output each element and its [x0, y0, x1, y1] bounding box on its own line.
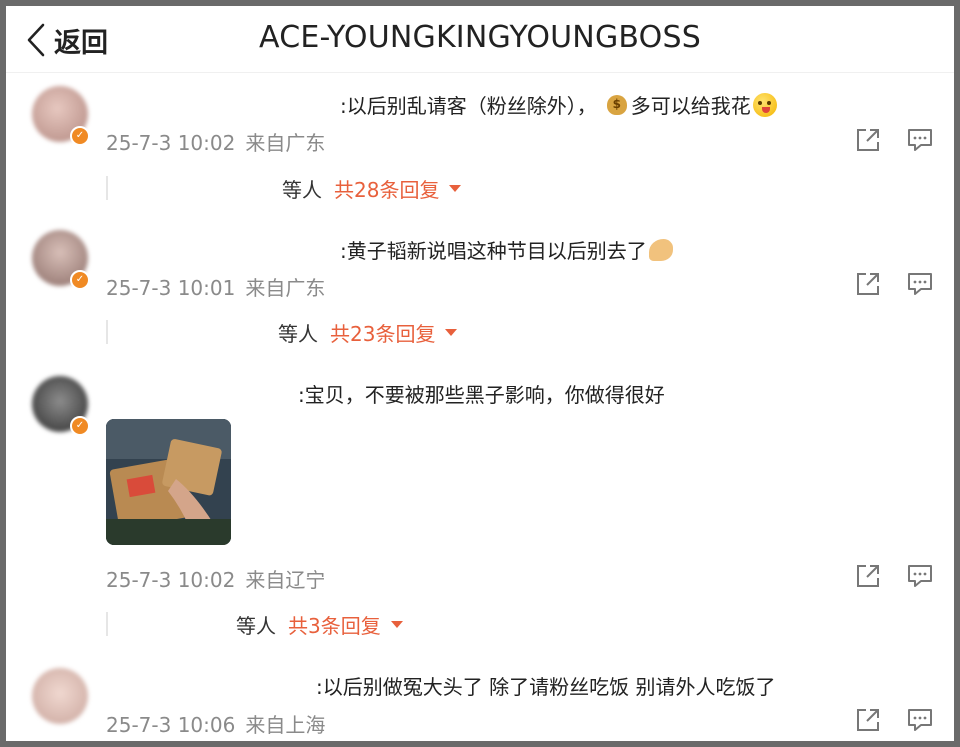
avatar[interactable]	[32, 668, 88, 724]
comment-time: 25-7-3 10:01	[106, 276, 236, 300]
replies-users: 等人	[278, 322, 318, 346]
comment-meta: 25-7-3 10:01 来自广东	[106, 272, 325, 301]
verified-badge-icon: ✓	[70, 126, 90, 146]
replies-count: 共28条回复	[334, 178, 440, 202]
caret-down-icon	[445, 329, 458, 336]
chevron-left-icon	[27, 23, 45, 57]
replies-row: 等人 共3条回复	[236, 610, 403, 639]
comment-time: 25-7-3 10:02	[106, 131, 236, 155]
comment-time: 25-7-3 10:06	[106, 713, 236, 737]
flexed-biceps-emoji	[648, 238, 673, 261]
page-title: ACE-YOUNGKINGYOUNGBOSS	[259, 20, 701, 55]
comment-location: 来自广东	[245, 276, 326, 300]
comment-icon[interactable]	[906, 126, 934, 154]
verified-badge-icon: ✓	[70, 270, 90, 290]
comment-text-part: 多可以给我花	[630, 94, 751, 118]
comment-photo[interactable]	[106, 419, 231, 545]
comment-text-part: :以后别乱请客（粉丝除外），	[340, 94, 597, 118]
verified-badge-icon: ✓	[70, 416, 90, 436]
comment-text-part: :以后别做冤大头了 除了请粉丝吃饭 别请外人吃饭了	[316, 675, 776, 699]
comment-text: :黄子韬新说唱这种节目以后别去了	[340, 235, 673, 264]
comments-page: 返回 ACE-YOUNGKINGYOUNGBOSS ✓ :以后别乱请客（粉丝除外…	[6, 6, 954, 741]
top-bar: 返回 ACE-YOUNGKINGYOUNGBOSS	[6, 6, 954, 73]
replies-count: 共3条回复	[288, 614, 381, 638]
tongue-face-emoji	[752, 92, 777, 117]
comment-location: 来自辽宁	[245, 568, 326, 592]
comment-text: :以后别乱请客（粉丝除外）， 多可以给我花	[340, 90, 777, 119]
replies-row: 等人 共28条回复	[282, 174, 462, 203]
money-bag-emoji	[606, 94, 627, 115]
back-label: 返回	[54, 27, 108, 59]
view-replies-link[interactable]: 共3条回复	[288, 610, 403, 639]
comment-meta: 25-7-3 10:06 来自上海	[106, 709, 325, 738]
comment-icon[interactable]	[906, 706, 934, 734]
photo-content	[106, 419, 231, 545]
comment-text-part: :黄子韬新说唱这种节目以后别去了	[340, 239, 647, 263]
comment-icon[interactable]	[906, 562, 934, 590]
replies-count: 共23条回复	[330, 322, 436, 346]
replies-row: 等人 共23条回复	[278, 318, 458, 347]
replies-users: 等人	[282, 178, 322, 202]
share-icon[interactable]	[854, 562, 882, 590]
comment-meta: 25-7-3 10:02 来自广东	[106, 127, 325, 156]
share-icon[interactable]	[854, 706, 882, 734]
reply-divider	[106, 176, 108, 200]
back-button[interactable]: 返回	[26, 20, 108, 60]
replies-users: 等人	[236, 614, 276, 638]
share-icon[interactable]	[854, 270, 882, 298]
comment-text: :以后别做冤大头了 除了请粉丝吃饭 别请外人吃饭了	[316, 671, 775, 700]
comment-location: 来自上海	[245, 713, 326, 737]
comment-text-part: :宝贝，不要被那些黑子影响，你做得很好	[298, 383, 665, 407]
caret-down-icon	[449, 185, 462, 192]
view-replies-link[interactable]: 共28条回复	[334, 174, 462, 203]
caret-down-icon	[390, 621, 403, 628]
reply-divider	[106, 612, 108, 636]
share-icon[interactable]	[854, 126, 882, 154]
comment-meta: 25-7-3 10:02 来自辽宁	[106, 564, 325, 593]
view-replies-link[interactable]: 共23条回复	[330, 318, 458, 347]
comment-text: :宝贝，不要被那些黑子影响，你做得很好	[298, 379, 665, 408]
reply-divider	[106, 320, 108, 344]
comment-location: 来自广东	[245, 131, 326, 155]
comment-time: 25-7-3 10:02	[106, 568, 236, 592]
comment-icon[interactable]	[906, 270, 934, 298]
